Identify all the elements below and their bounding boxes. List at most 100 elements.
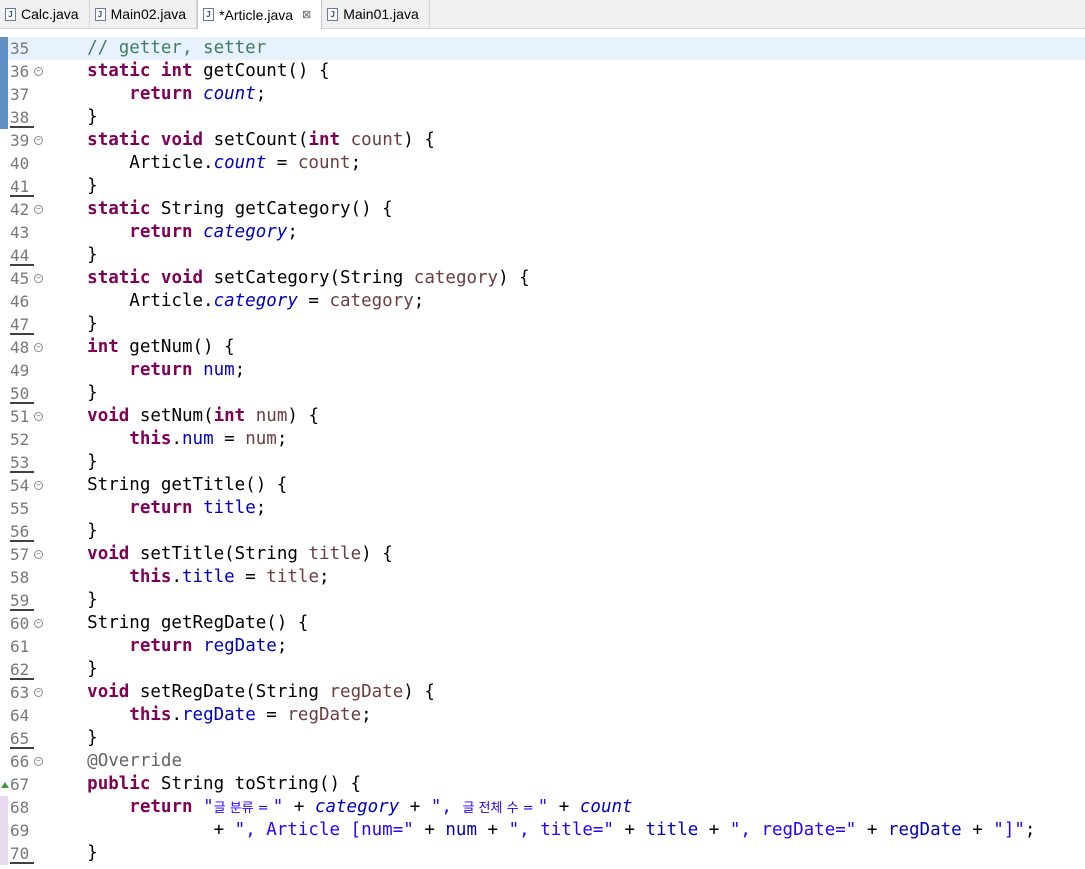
- code-token: this: [129, 567, 172, 587]
- fold-collapse-icon[interactable]: −: [34, 136, 43, 145]
- tab-label: Main02.java: [110, 6, 187, 22]
- line-number: 37: [10, 85, 30, 104]
- line-number: 57: [10, 545, 30, 564]
- code-line[interactable]: 56 }: [0, 520, 1085, 543]
- code-line[interactable]: 60− String getRegDate() {: [0, 612, 1085, 635]
- line-number: 64: [10, 706, 30, 725]
- code-line[interactable]: 69 + ", Article [num=" + num + ", title=…: [0, 819, 1085, 842]
- line-number: 44: [10, 244, 34, 266]
- code-line[interactable]: 63− void setRegDate(String regDate) {: [0, 681, 1085, 704]
- code-text: }: [45, 520, 98, 543]
- code-line[interactable]: 45− static void setCategory(String categ…: [0, 267, 1085, 290]
- code-text: }: [45, 658, 98, 681]
- code-token: ",: [430, 797, 463, 817]
- code-token: setRegDate(String: [129, 682, 330, 702]
- code-token: category: [413, 268, 499, 288]
- code-line[interactable]: 68 return "글 분류 = " + category + ", 글 전체…: [0, 796, 1085, 819]
- tab-1[interactable]: J Main02.java: [90, 0, 198, 28]
- code-text: void setRegDate(String regDate) {: [45, 681, 435, 704]
- code-line[interactable]: 49 return num;: [0, 359, 1085, 382]
- code-line[interactable]: 41 }: [0, 175, 1085, 198]
- close-icon[interactable]: ⊠: [302, 8, 311, 21]
- code-text: @Override: [45, 750, 182, 773]
- code-token: static: [87, 199, 151, 219]
- fold-collapse-icon[interactable]: −: [34, 67, 43, 76]
- code-line[interactable]: 59 }: [0, 589, 1085, 612]
- code-line[interactable]: 66− @Override: [0, 750, 1085, 773]
- code-token: String getRegDate() {: [45, 613, 309, 633]
- code-text: }: [45, 382, 98, 405]
- code-line[interactable]: 42− static String getCategory() {: [0, 198, 1085, 221]
- code-token: category: [329, 291, 414, 311]
- code-line[interactable]: 54− String getTitle() {: [0, 474, 1085, 497]
- code-token: ;: [350, 153, 362, 173]
- fold-collapse-icon[interactable]: −: [34, 481, 43, 490]
- fold-collapse-icon[interactable]: −: [34, 274, 43, 283]
- code-line[interactable]: 51− void setNum(int num) {: [0, 405, 1085, 428]
- code-line[interactable]: 62 }: [0, 658, 1085, 681]
- code-line[interactable]: 36− static int getCount() {: [0, 60, 1085, 83]
- code-token: }: [45, 176, 98, 196]
- fold-collapse-icon[interactable]: −: [34, 757, 43, 766]
- code-line[interactable]: 70 }: [0, 842, 1085, 865]
- code-line[interactable]: 44 }: [0, 244, 1085, 267]
- line-number: 58: [10, 568, 30, 587]
- line-number: 51: [10, 407, 30, 426]
- code-line[interactable]: 64 this.regDate = regDate;: [0, 704, 1085, 727]
- code-token: =: [234, 567, 267, 587]
- code-line[interactable]: 35 // getter, setter: [0, 37, 1085, 60]
- code-line[interactable]: 38 }: [0, 106, 1085, 129]
- code-token: regDate: [287, 705, 362, 725]
- code-line[interactable]: 46 Article.category = category;: [0, 290, 1085, 313]
- fold-collapse-icon[interactable]: −: [34, 205, 43, 214]
- code-token: Article.: [45, 291, 214, 311]
- code-line[interactable]: 39− static void setCount(int count) {: [0, 129, 1085, 152]
- tab-2[interactable]: J *Article.java ⊠: [197, 0, 323, 29]
- code-token: }: [45, 383, 98, 403]
- code-token: count: [350, 130, 404, 150]
- code-line[interactable]: 55 return title;: [0, 497, 1085, 520]
- fold-collapse-icon[interactable]: −: [34, 688, 43, 697]
- code-line[interactable]: 58 this.title = title;: [0, 566, 1085, 589]
- code-token: ;: [1024, 820, 1036, 840]
- fold-collapse-icon[interactable]: −: [34, 412, 43, 421]
- code-line[interactable]: 67 public String toString() {: [0, 773, 1085, 796]
- line-number: 67: [10, 775, 30, 794]
- change-marker: [0, 796, 8, 819]
- code-line[interactable]: 61 return regDate;: [0, 635, 1085, 658]
- fold-collapse-icon[interactable]: −: [34, 343, 43, 352]
- code-token: ;: [276, 429, 288, 449]
- code-token: =: [297, 291, 330, 311]
- code-token: regDate: [329, 682, 404, 702]
- code-token: @Override: [87, 751, 182, 771]
- tab-0[interactable]: J Calc.java: [0, 0, 90, 28]
- code-line[interactable]: 65 }: [0, 727, 1085, 750]
- code-token: count: [203, 84, 256, 104]
- code-line[interactable]: 53 }: [0, 451, 1085, 474]
- code-token: int: [308, 130, 341, 150]
- code-line[interactable]: 50 }: [0, 382, 1085, 405]
- fold-collapse-icon[interactable]: −: [34, 550, 43, 559]
- code-editor[interactable]: 35 // getter, setter 36− static int getCo…: [0, 29, 1085, 869]
- code-token: title: [266, 567, 319, 587]
- code-line[interactable]: 48− int getNum() {: [0, 336, 1085, 359]
- tab-3[interactable]: J Main01.java: [322, 0, 430, 28]
- code-line[interactable]: 47 }: [0, 313, 1085, 336]
- tab-label: Main01.java: [343, 6, 419, 22]
- code-line[interactable]: 52 this.num = num;: [0, 428, 1085, 451]
- change-marker: [0, 83, 8, 106]
- code-line[interactable]: 43 return category;: [0, 221, 1085, 244]
- code-token: ;: [413, 291, 425, 311]
- code-line[interactable]: 57− void setTitle(String title) {: [0, 543, 1085, 566]
- code-line[interactable]: 37 return count;: [0, 83, 1085, 106]
- fold-collapse-icon[interactable]: −: [34, 619, 43, 628]
- code-line[interactable]: 40 Article.count = count;: [0, 152, 1085, 175]
- change-marker: [0, 106, 8, 129]
